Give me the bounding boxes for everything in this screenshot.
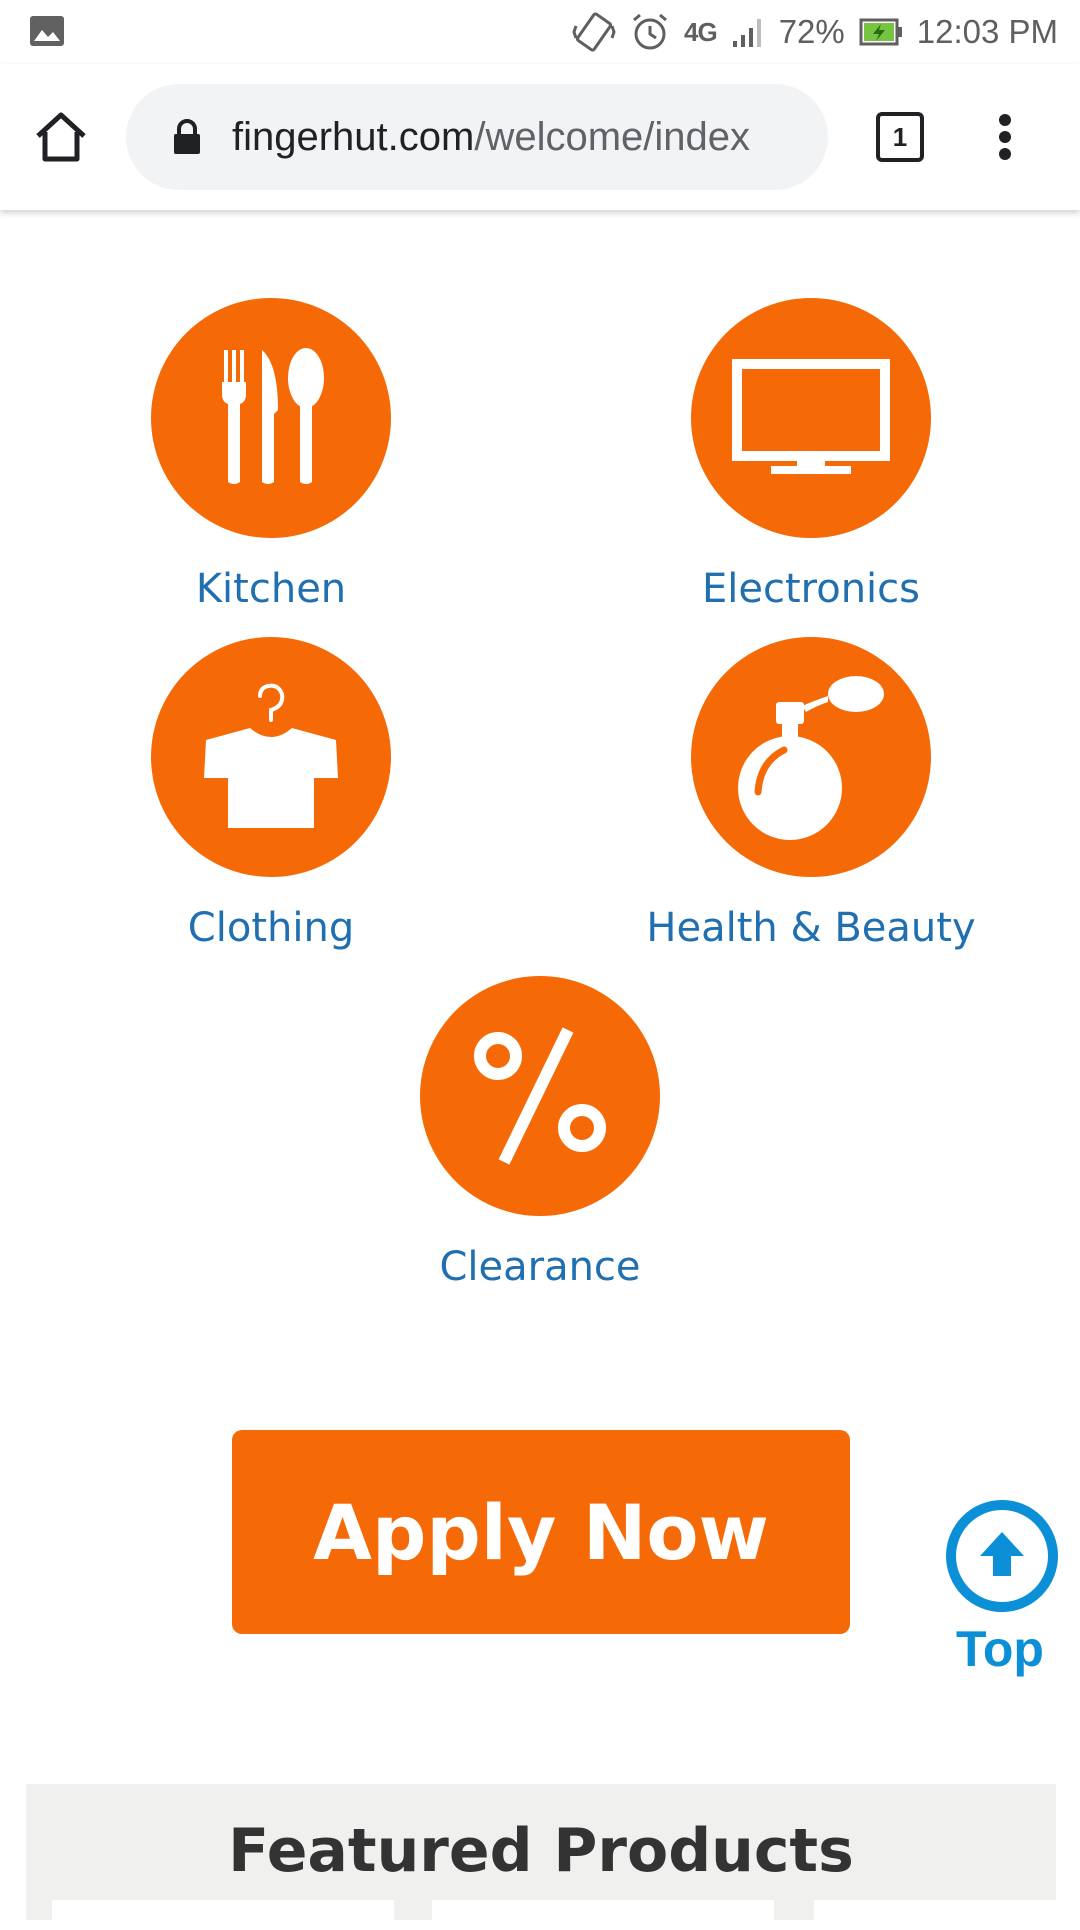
category-electronics-circle[interactable] bbox=[691, 298, 931, 538]
url-path: /welcome/index bbox=[474, 114, 751, 159]
lock-icon[interactable] bbox=[172, 119, 202, 155]
status-bar: 4G 72% 12:03 PM bbox=[0, 0, 1080, 64]
product-card[interactable] bbox=[432, 1900, 774, 1930]
category-health-beauty[interactable]: Health & Beauty bbox=[646, 637, 976, 951]
tabs-button[interactable]: 1 bbox=[876, 112, 924, 162]
category-label[interactable]: Health & Beauty bbox=[646, 905, 975, 951]
alarm-icon bbox=[633, 13, 667, 50]
percent-icon bbox=[474, 1027, 606, 1165]
category-label[interactable]: Kitchen bbox=[196, 566, 346, 612]
tabs-icon: 1 bbox=[876, 112, 924, 162]
product-card[interactable] bbox=[52, 1900, 394, 1930]
network-type: 4G bbox=[684, 16, 718, 47]
category-health-beauty-circle[interactable] bbox=[691, 637, 931, 877]
arrow-up-icon[interactable] bbox=[946, 1500, 1058, 1612]
status-icons: 4G 72% 12:03 PM bbox=[572, 8, 1058, 56]
featured-products-section: Featured Products bbox=[26, 1784, 1056, 1930]
utensils-icon bbox=[222, 348, 324, 484]
apply-now-button[interactable]: Apply Now bbox=[232, 1430, 850, 1634]
category-electronics[interactable]: Electronics bbox=[691, 298, 931, 612]
battery-charging-icon bbox=[859, 18, 902, 46]
battery-percent: 72% bbox=[778, 13, 845, 50]
category-clearance[interactable]: Clearance bbox=[420, 976, 660, 1290]
category-kitchen-circle[interactable] bbox=[151, 298, 391, 538]
address-bar[interactable]: fingerhut.com/welcome/index bbox=[126, 84, 828, 190]
back-to-top-label[interactable]: Top bbox=[942, 1620, 1058, 1678]
category-label[interactable]: Electronics bbox=[702, 566, 920, 612]
clock-time: 12:03 PM bbox=[916, 13, 1058, 50]
featured-products-title: Featured Products bbox=[228, 1816, 854, 1886]
signal-icon bbox=[732, 19, 761, 47]
perfume-icon bbox=[738, 676, 884, 840]
menu-icon[interactable] bbox=[994, 114, 1018, 160]
url-text[interactable]: fingerhut.com/welcome/index bbox=[232, 115, 750, 160]
browser-toolbar: fingerhut.com/welcome/index 1 bbox=[0, 64, 1080, 210]
url-domain: fingerhut.com bbox=[232, 114, 475, 159]
gallery-icon bbox=[30, 16, 64, 46]
shirt-icon bbox=[204, 683, 338, 828]
product-card[interactable] bbox=[814, 1900, 1056, 1930]
category-clothing-circle[interactable] bbox=[151, 637, 391, 877]
category-kitchen[interactable]: Kitchen bbox=[151, 298, 391, 612]
home-icon[interactable] bbox=[34, 110, 88, 164]
back-to-top-button[interactable]: Top bbox=[942, 1496, 1058, 1686]
category-clothing[interactable]: Clothing bbox=[151, 637, 391, 951]
arrow-up-glyph bbox=[980, 1532, 1024, 1576]
vibrate-icon bbox=[572, 12, 616, 52]
category-label[interactable]: Clearance bbox=[439, 1244, 640, 1290]
category-clearance-circle[interactable] bbox=[420, 976, 660, 1216]
category-label[interactable]: Clothing bbox=[188, 905, 354, 951]
tv-icon bbox=[732, 359, 890, 474]
